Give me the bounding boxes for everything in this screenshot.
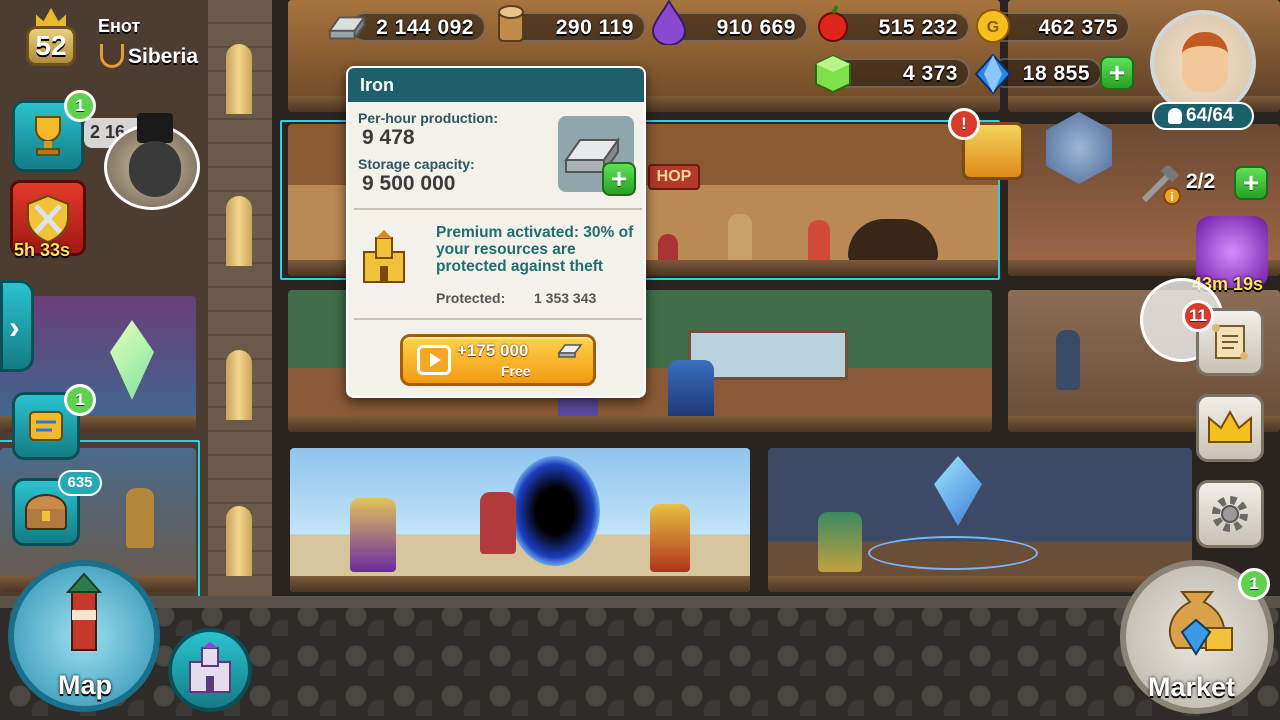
food-amount: 515 232 (878, 16, 958, 39)
map-button[interactable]: Map (8, 560, 160, 712)
scroll-notification-badge: 11 (1182, 300, 1214, 332)
gold-coin-icon: G (972, 6, 1014, 46)
avatar[interactable] (1150, 10, 1256, 116)
free-label: Free (501, 363, 531, 379)
door (226, 506, 252, 576)
iron-resource[interactable]: 2 144 092 (350, 12, 486, 42)
level-badge[interactable]: 52 (12, 6, 90, 72)
wood-log-icon (490, 4, 532, 44)
reward-amount: +175 000 (457, 341, 529, 360)
chevron-right-icon: › (9, 309, 20, 345)
market-label: Market (1148, 672, 1236, 702)
protected-value: 1 353 343 (534, 290, 597, 306)
iron-amount: 2 144 092 (376, 16, 474, 39)
ranking-button[interactable] (1196, 394, 1264, 462)
quest-scroll-icon (29, 411, 63, 441)
gold-amount: 462 375 (1038, 16, 1118, 39)
emerald-amount: 4 373 (902, 62, 958, 85)
premium-message: Premium activated: 30% of your resources… (436, 224, 634, 275)
watch-ad-free-button[interactable]: +175 000 Free (400, 334, 596, 386)
gear-icon (1212, 496, 1248, 532)
buy-storage-button[interactable]: + (602, 162, 636, 196)
quest-notification-badge: 1 (64, 384, 96, 416)
hammer-wrench-icon: i (1138, 163, 1182, 206)
player-name[interactable]: Енот (98, 16, 140, 37)
emerald-cube-icon (812, 54, 854, 94)
door (226, 350, 252, 420)
production-label: Per-hour production: (358, 110, 498, 126)
hero-figure[interactable] (650, 504, 690, 572)
chest-icon (25, 494, 67, 530)
money-bag-icon (1168, 591, 1233, 656)
castle-button[interactable] (168, 628, 252, 712)
iron-ingot-icon (326, 6, 368, 46)
storage-value: 9 500 000 (362, 172, 456, 195)
wood-amount: 290 119 (555, 16, 634, 39)
room-portal[interactable] (290, 448, 750, 592)
door (226, 196, 252, 266)
scroll-icon (1212, 324, 1248, 360)
svg-text:i: i (1170, 190, 1173, 204)
resource-info-popup: Iron Per-hour production: 9 478 Storage … (346, 66, 646, 398)
top-hat-icon (137, 113, 173, 143)
expand-panel-button[interactable]: › (0, 280, 34, 372)
castle-icon (354, 228, 414, 288)
lighthouse-icon (65, 572, 103, 651)
protected-label: Protected: (436, 290, 506, 306)
svg-text:G: G (987, 19, 999, 36)
magic-circle (868, 536, 1038, 570)
trophy-icon (35, 116, 61, 156)
population-value: 64/64 (1186, 105, 1234, 126)
castle-icon (189, 642, 231, 693)
shield-swords-icon (27, 194, 69, 244)
tv-icon (417, 345, 451, 375)
mana-drop-icon (648, 0, 690, 45)
add-gems-button[interactable]: + (1100, 56, 1134, 90)
guild-shield-icon (100, 44, 124, 68)
chest-counter-badge: 635 (58, 470, 102, 496)
crystal (110, 320, 154, 400)
add-worker-button[interactable]: + (1234, 166, 1268, 200)
settings-button[interactable] (1196, 480, 1264, 548)
workers-value: 2/2 (1186, 170, 1216, 193)
person-icon (1168, 108, 1182, 124)
diamond-icon (972, 53, 1014, 95)
door (226, 44, 252, 114)
alert-badge: ! (948, 108, 980, 140)
hero-figure[interactable] (668, 360, 714, 426)
player-level: 52 (35, 30, 67, 61)
hero-figure[interactable] (818, 512, 862, 572)
popup-title: Iron (360, 75, 394, 95)
apple-icon (812, 4, 854, 44)
gems-amount: 18 855 (1022, 62, 1090, 85)
crystal (934, 456, 982, 526)
market-notification-badge: 1 (1238, 568, 1270, 600)
room-library[interactable] (768, 448, 1192, 592)
event-timer: 5h 33s (14, 240, 71, 260)
hero-figure[interactable] (1056, 330, 1080, 390)
guild-name[interactable]: Siberia (128, 45, 198, 69)
population-counter[interactable]: 64/64 (1152, 102, 1254, 130)
map-label: Map (58, 670, 112, 700)
hero-figure[interactable] (350, 498, 396, 572)
production-value: 9 478 (362, 126, 415, 149)
storage-label: Storage capacity: (358, 156, 475, 172)
iron-ingot-icon (557, 341, 583, 359)
mana-amount: 910 669 (716, 16, 796, 39)
crown-icon (1208, 409, 1252, 443)
dark-portal (510, 456, 600, 566)
hero-figure[interactable] (480, 492, 516, 554)
advisor-portrait[interactable] (104, 113, 200, 210)
